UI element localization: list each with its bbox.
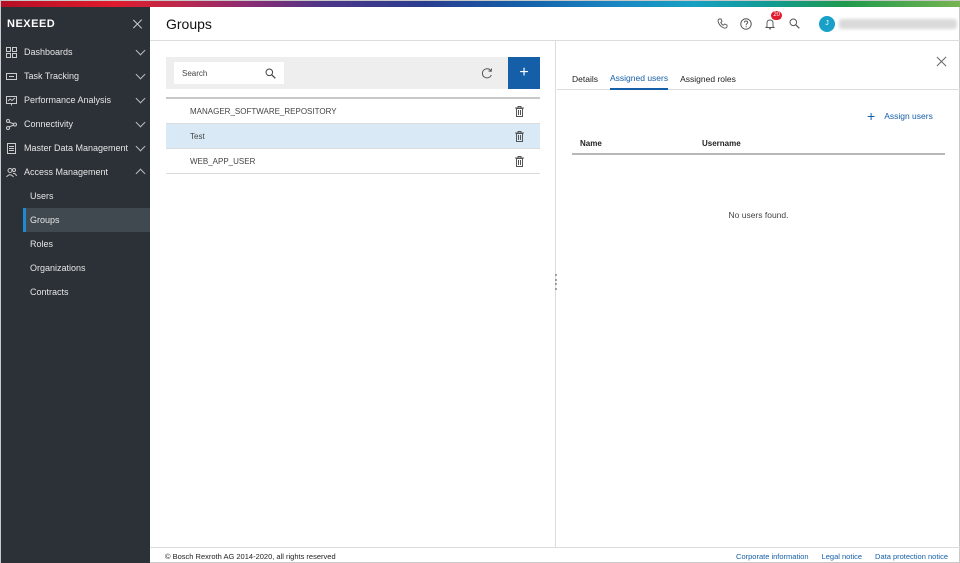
column-header-name[interactable]: Name: [572, 139, 702, 148]
sidebar-subitem-roles[interactable]: Roles: [1, 232, 150, 256]
top-header: Groups 20 J: [150, 7, 960, 41]
footer: © Bosch Rexroth AG 2014-2020, all rights…: [150, 547, 960, 563]
page-title: Groups: [166, 15, 212, 32]
group-name: MANAGER_SOFTWARE_REPOSITORY: [190, 106, 337, 116]
tab-assigned-roles[interactable]: Assigned roles: [680, 67, 736, 90]
search-input[interactable]: [182, 68, 262, 78]
group-name: WEB_APP_USER: [190, 156, 256, 166]
copyright-text: © Bosch Rexroth AG 2014-2020, all rights…: [165, 551, 336, 561]
brand-logo: NEXEED: [7, 17, 56, 30]
help-icon[interactable]: [739, 17, 753, 31]
phone-icon[interactable]: [715, 17, 729, 31]
panel-divider: [555, 41, 556, 547]
ticket-icon: [6, 71, 17, 82]
groups-list: MANAGER_SOFTWARE_REPOSITORY Test WEB_APP…: [166, 97, 540, 174]
sidebar-item-connectivity[interactable]: Connectivity: [1, 112, 150, 136]
sidebar-item-label: Connectivity: [24, 119, 74, 129]
sidebar-item-task-tracking[interactable]: Task Tracking: [1, 64, 150, 88]
sidebar-item-performance-analysis[interactable]: Performance Analysis: [1, 88, 150, 112]
search-box[interactable]: [174, 62, 284, 84]
list-item[interactable]: WEB_APP_USER: [166, 149, 540, 174]
plus-icon: +: [867, 108, 876, 124]
chevron-down-icon: [135, 69, 146, 79]
sidebar-item-label: Performance Analysis: [24, 95, 112, 105]
detail-tabs: Details Assigned users Assigned roles: [557, 67, 960, 90]
sidebar-header: NEXEED: [1, 7, 150, 40]
add-group-button[interactable]: +: [508, 57, 540, 89]
refresh-icon[interactable]: [480, 66, 494, 80]
sidebar-item-dashboards[interactable]: Dashboards: [1, 40, 150, 64]
avatar[interactable]: J: [819, 15, 835, 32]
group-name: Test: [190, 131, 205, 141]
document-icon: [6, 142, 17, 154]
sidebar: NEXEED Dashboards Task Tracking Performa…: [1, 7, 150, 563]
close-icon[interactable]: [936, 56, 947, 67]
list-toolbar: +: [166, 57, 540, 89]
sidebar-subitem-users[interactable]: Users: [1, 184, 150, 208]
sidebar-item-label: Master Data Management: [24, 143, 129, 153]
tab-details[interactable]: Details: [572, 67, 598, 90]
users-icon: [6, 167, 17, 178]
column-header-username[interactable]: Username: [702, 139, 741, 148]
sidebar-item-label: Task Tracking: [24, 71, 80, 81]
assign-users-label: Assign users: [884, 111, 933, 121]
chevron-up-icon: [135, 168, 146, 179]
search-icon[interactable]: [787, 17, 801, 31]
sidebar-subitem-groups[interactable]: Groups: [23, 208, 150, 232]
sidebar-subitem-organizations[interactable]: Organizations: [1, 256, 150, 280]
empty-state-message: No users found.: [728, 210, 789, 220]
sidebar-item-label: Access Management: [24, 167, 109, 177]
users-table-header: Name Username: [572, 133, 945, 155]
notification-count-badge: 20: [771, 10, 782, 20]
close-sidebar-icon[interactable]: [132, 18, 144, 30]
sidebar-item-label: Dashboards: [24, 47, 73, 57]
chevron-down-icon: [135, 45, 146, 55]
sidebar-subitem-contracts[interactable]: Contracts: [1, 280, 150, 304]
tab-assigned-users[interactable]: Assigned users: [609, 67, 669, 90]
footer-link-data-protection-notice[interactable]: Data protection notice: [875, 552, 948, 561]
monitor-chart-icon: [6, 95, 17, 106]
sidebar-item-access-management[interactable]: Access Management: [1, 160, 150, 184]
chevron-down-icon: [135, 117, 146, 127]
list-item[interactable]: MANAGER_SOFTWARE_REPOSITORY: [166, 99, 540, 124]
dashboard-icon: [6, 46, 17, 58]
trash-icon[interactable]: [515, 130, 524, 142]
network-icon: [6, 118, 17, 130]
trash-icon[interactable]: [515, 105, 524, 117]
assign-users-button[interactable]: + Assign users: [867, 108, 933, 124]
trash-icon[interactable]: [515, 155, 524, 167]
list-item[interactable]: Test: [166, 124, 540, 149]
bell-icon[interactable]: 20: [763, 10, 782, 31]
search-icon[interactable]: [265, 68, 276, 79]
resize-handle[interactable]: [553, 274, 558, 290]
footer-link-legal-notice[interactable]: Legal notice: [822, 552, 862, 561]
chevron-down-icon: [135, 141, 146, 151]
footer-link-corporate-information[interactable]: Corporate information: [736, 552, 809, 561]
sidebar-item-master-data-management[interactable]: Master Data Management: [1, 136, 150, 160]
user-email-redacted[interactable]: [839, 18, 957, 29]
chevron-down-icon: [135, 93, 146, 103]
